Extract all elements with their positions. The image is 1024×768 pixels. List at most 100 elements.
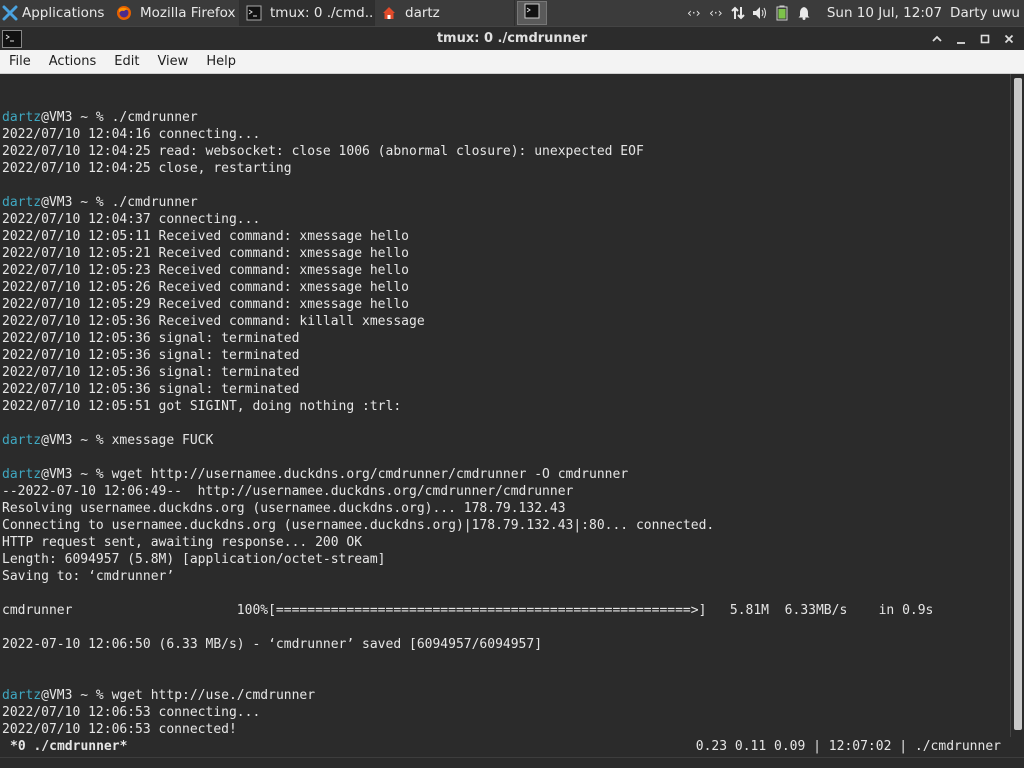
terminal-icon [246,5,262,21]
terminal-line-text: Saving to: ‘cmdrunner’ [2,569,175,584]
chevron-up-icon[interactable] [926,29,948,49]
home-folder-icon [381,5,397,21]
terminal-line: Resolving usernamee.duckdns.org (usernam… [2,500,1010,517]
terminal-line: 2022/07/10 12:05:36 signal: terminated [2,381,1010,398]
terminal-line: 2022/07/10 12:05:51 got SIGINT, doing no… [2,398,1010,415]
terminal-line: dartz@VM3 ~ % wget http://use./cmdrunner [2,687,1010,704]
applications-menu-button[interactable]: Applications [0,0,110,26]
terminal-icon[interactable] [2,29,22,48]
terminal-line-text: Resolving usernamee.duckdns.org (usernam… [2,501,566,516]
xfce-logo-icon [2,5,18,21]
terminal-line: 2022/07/10 12:05:21 Received command: xm… [2,245,1010,262]
window-titlebar[interactable]: tmux: 0 ./cmdrunner [0,26,1024,50]
terminal-line-text: @VM3 ~ % wget http://use./cmdrunner [41,688,316,703]
volume-icon[interactable] [749,0,771,26]
top-panel: Applications Mozilla Firefox tmux: 0 ./c… [0,0,1024,26]
terminal-line-text: 2022/07/10 12:04:25 read: websocket: clo… [2,144,644,159]
menu-help[interactable]: Help [197,54,245,69]
maximize-icon[interactable] [974,29,996,49]
terminal-line: dartz@VM3 ~ % wget http://usernamee.duck… [2,466,1010,483]
terminal-line: 2022/07/10 12:05:36 signal: terminated [2,347,1010,364]
terminal-line-text: 2022/07/10 12:05:36 signal: terminated [2,382,300,397]
close-icon[interactable] [998,29,1020,49]
tmux-status-right: 0.23 0.11 0.09 | 12:07:02 | ./cmdrunner [695,739,1001,754]
transfer-arrows-icon[interactable] [727,0,749,26]
network-icon[interactable]: ‹·› [683,0,705,26]
terminal-line-text: 2022/07/10 12:04:37 connecting... [2,212,261,227]
terminal-line-text: Connecting to usernamee.duckdns.org (use… [2,518,715,533]
terminal-line: 2022/07/10 12:05:36 signal: terminated [2,364,1010,381]
terminal-line: 2022-07-10 12:06:50 (6.33 MB/s) - ‘cmdru… [2,636,1010,653]
terminal-line: 2022/07/10 12:05:36 Received command: ki… [2,313,1010,330]
terminal-line-text: cmdrunner 100%[=========================… [2,603,934,618]
terminal-line-text: 2022/07/10 12:05:36 Received command: ki… [2,314,425,329]
taskbar-item-tmux[interactable]: tmux: 0 ./cmd... [240,0,375,26]
minimize-icon[interactable] [950,29,972,49]
terminal-icon [524,3,540,23]
menu-edit[interactable]: Edit [105,54,148,69]
system-tray: ‹·› ‹·› Sun 10 Jul, 12:07 Darty uwu [683,0,1024,26]
tmux-window-list[interactable]: *0 ./cmdrunner* [0,737,127,757]
menubar: File Actions Edit View Help [0,50,1024,74]
taskbar-item-label: dartz [405,5,440,21]
battery-icon[interactable] [771,0,793,26]
terminal-output[interactable]: dartz@VM3 ~ % ./cmdrunner 2022/07/10 12:0… [0,74,1010,737]
terminal-line-text: @VM3 ~ % ./cmdrunner [41,195,198,210]
terminal-line-text: 2022-07-10 12:06:50 (6.33 MB/s) - ‘cmdru… [2,637,543,652]
prompt-username: dartz [2,433,42,448]
terminal-line-text: @VM3 ~ % xmessage FUCK [41,433,214,448]
terminal-line-text: Length: 6094957 (5.8M) [application/octe… [2,552,386,567]
terminal-line-text: 2022/07/10 12:05:36 signal: terminated [2,348,300,363]
terminal-line-text: 2022/07/10 12:06:53 connecting... [2,705,261,720]
taskbar-item-dartz[interactable]: dartz [375,0,515,26]
terminal-line-text: 2022/07/10 12:05:21 Received command: xm… [2,246,409,261]
terminal-line: --2022-07-10 12:06:49-- http://usernamee… [2,483,1010,500]
active-window-button[interactable] [517,1,547,25]
terminal-line: dartz@VM3 ~ % ./cmdrunner [2,194,1010,211]
user-menu[interactable]: Darty uwu [950,5,1024,21]
terminal-line: cmdrunner 100%[=========================… [2,602,1010,619]
network-icon[interactable]: ‹·› [705,0,727,26]
tmux-status-line: *0 ./cmdrunner* 0.23 0.11 0.09 | 12:07:0… [0,737,1024,757]
terminal-line: 2022/07/10 12:04:16 connecting... [2,126,1010,143]
terminal-line-text: @VM3 ~ % ./cmdrunner [41,110,198,125]
terminal-line: 2022/07/10 12:05:36 signal: terminated [2,330,1010,347]
scrollbar[interactable] [1010,74,1024,737]
menu-view[interactable]: View [148,54,197,69]
terminal-line: 2022/07/10 12:05:26 Received command: xm… [2,279,1010,296]
terminal-line-text: 2022/07/10 12:05:29 Received command: xm… [2,297,409,312]
firefox-icon [116,5,132,21]
prompt-username: dartz [2,688,42,703]
terminal-line: Length: 6094957 (5.8M) [application/octe… [2,551,1010,568]
menu-actions[interactable]: Actions [40,54,106,69]
terminal-line-text: 2022/07/10 12:06:53 connected! [2,722,237,737]
taskbar-item-label: Mozilla Firefox [140,5,236,21]
terminal-line: 2022/07/10 12:05:23 Received command: xm… [2,262,1010,279]
terminal-line-text: 2022/07/10 12:05:36 signal: terminated [2,365,300,380]
terminal-line-text: --2022-07-10 12:06:49-- http://usernamee… [2,484,574,499]
notifications-bell-icon[interactable] [793,0,815,26]
menu-file[interactable]: File [0,54,40,69]
terminal-line: 2022/07/10 12:06:53 connected! [2,721,1010,737]
terminal-line-text: 2022/07/10 12:04:25 close, restarting [2,161,292,176]
terminal-line: HTTP request sent, awaiting response... … [2,534,1010,551]
scrollbar-thumb[interactable] [1014,78,1022,730]
terminal-line-text: HTTP request sent, awaiting response... … [2,535,363,550]
terminal-line: dartz@VM3 ~ % ./cmdrunner [2,109,1010,126]
prompt-username: dartz [2,467,42,482]
panel-clock[interactable]: Sun 10 Jul, 12:07 [815,5,950,21]
taskbar-item-firefox[interactable]: Mozilla Firefox [110,0,240,26]
terminal-line: 2022/07/10 12:06:53 connecting... [2,704,1010,721]
prompt-username: dartz [2,110,42,125]
terminal-line-text: @VM3 ~ % wget http://usernamee.duckdns.o… [41,467,629,482]
terminal-line-text: 2022/07/10 12:05:11 Received command: xm… [2,229,409,244]
terminal-line-text: 2022/07/10 12:05:26 Received command: xm… [2,280,409,295]
taskbar-item-label: tmux: 0 ./cmd... [270,5,375,21]
terminal-line: Connecting to usernamee.duckdns.org (use… [2,517,1010,534]
